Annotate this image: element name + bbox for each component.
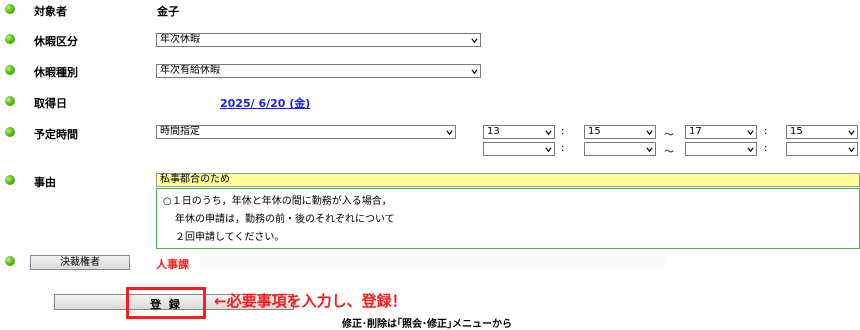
register-label: 登 録 (150, 298, 182, 311)
annotation-text: ←必要事項を入力し、登録！ (214, 292, 407, 310)
colon-separator: : (764, 143, 768, 154)
chevron-down-icon (446, 130, 453, 136)
notice-line: ２回申請してください。 (175, 232, 285, 243)
start-minute-value: 15 (588, 126, 601, 137)
end-hour-select[interactable]: 17 (685, 125, 757, 139)
end-minute-select[interactable]: 15 (786, 125, 858, 139)
colon-separator: : (561, 143, 565, 154)
colon-separator: : (764, 126, 768, 137)
chevron-down-icon (646, 147, 653, 153)
notice-line: 年休の申請は，勤務の前・後のそれぞれについて (175, 214, 395, 225)
leave-type-label: 休暇種別 (34, 66, 78, 79)
start-minute-2-select[interactable] (584, 142, 656, 156)
end-minute-2-select[interactable] (786, 142, 858, 156)
bullet-icon (5, 96, 15, 106)
reason-input[interactable]: 私事都合のため (156, 173, 860, 187)
chevron-down-icon (747, 147, 754, 153)
start-hour-value: 13 (487, 126, 500, 137)
notice-line: ○１日のうち，年休と年休の間に勤務が入る場合， (163, 196, 392, 207)
chevron-down-icon (646, 130, 653, 136)
time-mode-select[interactable]: 時間指定 (156, 125, 456, 139)
reason-notice-box: ○１日のうち，年休と年休の間に勤務が入る場合， 年休の申請は，勤務の前・後のそれ… (156, 188, 860, 249)
date-label: 取得日 (34, 97, 67, 110)
chevron-down-icon (545, 147, 552, 153)
approver-value: 人事課 (156, 258, 189, 271)
approver-field-bg (200, 256, 665, 268)
bullet-icon (5, 4, 15, 14)
leave-category-label: 休暇区分 (34, 35, 78, 48)
target-label: 対象者 (34, 5, 67, 18)
leave-type-select[interactable]: 年次有給休暇 (156, 64, 481, 78)
leave-type-value: 年次有給休暇 (160, 65, 220, 76)
start-hour-2-select[interactable] (483, 142, 555, 156)
end-hour-value: 17 (689, 126, 702, 137)
chevron-down-icon (747, 130, 754, 136)
reason-label: 事由 (34, 176, 56, 189)
planned-time-label: 予定時間 (34, 128, 78, 141)
bullet-icon (5, 34, 15, 44)
time-mode-value: 時間指定 (160, 126, 200, 137)
end-minute-value: 15 (790, 126, 803, 137)
date-link[interactable]: 2025/ 6/20 (金) (220, 95, 310, 111)
bullet-icon (5, 65, 15, 75)
edit-hint: 修正･削除は｢照会･修正｣メニューから (342, 319, 512, 330)
approver-button[interactable]: 決裁権者 (30, 255, 130, 270)
start-hour-select[interactable]: 13 (483, 125, 555, 139)
tilde-separator: ～ (664, 130, 674, 141)
leave-category-select[interactable]: 年次休暇 (156, 33, 481, 47)
tilde-separator: ～ (664, 147, 674, 158)
chevron-down-icon (471, 38, 478, 44)
target-value: 金子 (157, 5, 179, 18)
leave-category-value: 年次休暇 (160, 34, 200, 45)
chevron-down-icon (471, 69, 478, 75)
chevron-down-icon (848, 130, 855, 136)
chevron-down-icon (848, 147, 855, 153)
bullet-icon (5, 256, 15, 266)
chevron-down-icon (545, 130, 552, 136)
bullet-icon (5, 175, 15, 185)
start-minute-select[interactable]: 15 (584, 125, 656, 139)
bullet-icon (5, 127, 15, 137)
colon-separator: : (561, 126, 565, 137)
end-hour-2-select[interactable] (685, 142, 757, 156)
